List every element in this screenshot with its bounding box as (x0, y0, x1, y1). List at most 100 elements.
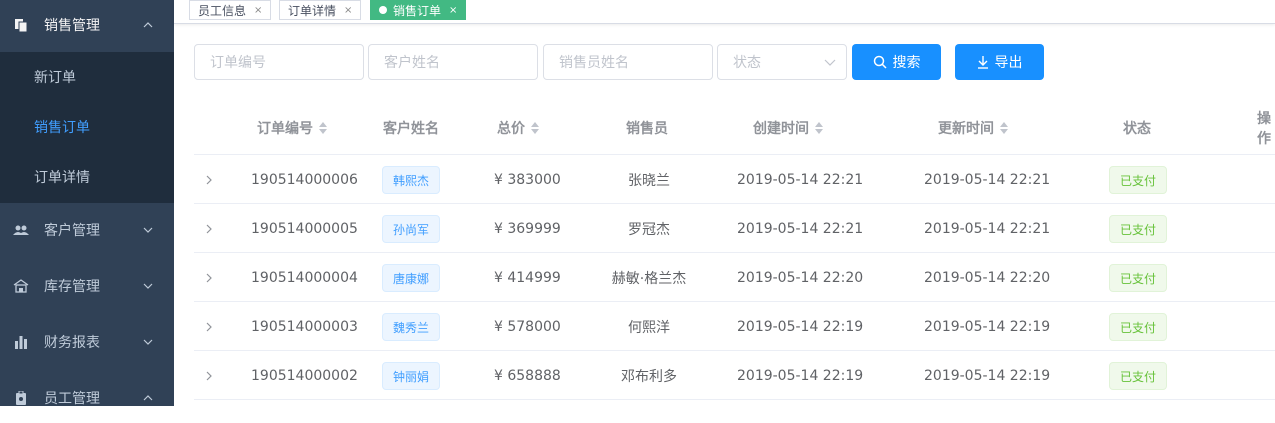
tag-employee-info[interactable]: 员工信息 × (189, 0, 272, 20)
menu-sales-label: 销售管理 (44, 18, 100, 34)
menu-customer[interactable]: 客户管理 (0, 205, 174, 255)
table-row[interactable]: 190514000006 韩熙杰 ¥ 383000 张晓兰 2019-05-14 22:… (194, 155, 1275, 204)
th-label: 操作 (1257, 110, 1271, 147)
tag-label: 员工信息 (198, 3, 247, 18)
customer-tag: 魏秀兰 (382, 313, 441, 341)
th-label: 订单编号 (257, 120, 313, 137)
download-icon (977, 56, 988, 69)
th-actions: 操作 (1257, 100, 1275, 155)
sidebar: 销售管理 新订单 销售订单 订单详情 客户管理 库存管理 财务报表 员工管理 (0, 0, 174, 407)
salesperson-placeholder: 销售员姓名 (559, 55, 629, 71)
status-badge: 已支付 (1109, 264, 1168, 292)
menu-inventory[interactable]: 库存管理 (0, 261, 174, 311)
status-badge: 已支付 (1109, 362, 1168, 390)
search-button[interactable]: 搜索 (852, 44, 941, 80)
table-row[interactable]: 190514000004 唐康娜 ¥ 414999 赫敏·格兰杰 2019-05-14 … (194, 253, 1275, 302)
tags-view: 员工信息 × 订单详情 × 销售订单 × (174, 0, 1275, 24)
status-select[interactable]: 状态 (717, 44, 847, 80)
cell-total: ¥ 578000 (494, 318, 561, 335)
submenu-item-order-details[interactable]: 订单详情 (0, 152, 174, 202)
status-badge: 已支付 (1109, 166, 1168, 194)
th-status: 状态 (1123, 100, 1151, 155)
cell-salesperson: 何熙洋 (628, 319, 670, 336)
th-order-no[interactable]: 订单编号 (257, 100, 327, 155)
close-icon[interactable]: × (449, 5, 457, 16)
expand-chevron-icon[interactable] (204, 302, 214, 351)
cell-total: ¥ 383000 (494, 171, 561, 188)
cell-total: ¥ 414999 (494, 269, 561, 286)
status-placeholder: 状态 (733, 55, 761, 71)
th-created[interactable]: 创建时间 (753, 100, 823, 155)
menu-finance[interactable]: 财务报表 (0, 317, 174, 367)
cell-order-no: 190514000006 (251, 171, 358, 188)
cell-created: 2019-05-14 22:19 (737, 318, 864, 335)
th-label: 客户姓名 (383, 120, 439, 137)
cell-updated: 2019-05-14 22:21 (924, 171, 1051, 188)
salesperson-input[interactable]: 销售员姓名 (543, 44, 713, 80)
cell-salesperson: 邓布利多 (621, 368, 677, 385)
table-header: 订单编号 客户姓名 总价 销售员 创建时间 更新时间 状态 操作 (194, 100, 1275, 155)
cell-salesperson: 张晓兰 (628, 172, 670, 189)
tag-label: 销售订单 (393, 3, 442, 18)
warehouse-icon (13, 278, 29, 294)
submenu-item-label: 销售订单 (34, 120, 90, 136)
cell-order-no: 190514000005 (251, 220, 358, 237)
submenu-item-new-order[interactable]: 新订单 (0, 52, 174, 102)
table-row[interactable]: 190514000003 魏秀兰 ¥ 578000 何熙洋 2019-05-14 22:… (194, 302, 1275, 351)
th-total[interactable]: 总价 (497, 100, 539, 155)
sort-icon[interactable] (319, 121, 327, 134)
tag-sales-orders[interactable]: 销售订单 × (370, 0, 467, 20)
table-row[interactable]: 190514000002 钟丽娟 ¥ 658888 邓布利多 2019-05-14 22… (194, 351, 1275, 400)
search-button-label: 搜索 (892, 55, 921, 71)
menu-staff[interactable]: 员工管理 (0, 373, 174, 423)
menu-inventory-label: 库存管理 (44, 279, 100, 295)
tag-label: 订单详情 (288, 3, 337, 18)
expand-chevron-icon[interactable] (204, 155, 214, 204)
customer-name-input[interactable]: 客户姓名 (368, 44, 538, 80)
chevron-down-icon (143, 227, 153, 233)
expand-chevron-icon[interactable] (204, 253, 214, 302)
th-updated[interactable]: 更新时间 (938, 100, 1008, 155)
cell-order-no: 190514000004 (251, 269, 358, 286)
search-icon (873, 55, 887, 69)
customer-name-placeholder: 客户姓名 (384, 55, 440, 71)
tag-order-details[interactable]: 订单详情 × (279, 0, 362, 20)
cell-total: ¥ 369999 (494, 220, 561, 237)
cell-order-no: 190514000002 (251, 367, 358, 384)
cell-order-no: 190514000003 (251, 318, 358, 335)
users-icon (13, 222, 29, 238)
sort-icon[interactable] (815, 121, 823, 134)
export-button[interactable]: 导出 (955, 44, 1044, 80)
active-dot-icon (379, 6, 387, 14)
submenu-item-label: 订单详情 (34, 170, 90, 186)
th-label: 状态 (1123, 120, 1151, 137)
menu-customer-label: 客户管理 (44, 223, 100, 239)
close-icon[interactable]: × (254, 5, 262, 16)
order-no-input[interactable]: 订单编号 (194, 44, 364, 80)
cell-created: 2019-05-14 22:19 (737, 367, 864, 384)
chevron-up-icon (143, 22, 153, 28)
sort-icon[interactable] (531, 121, 539, 134)
order-no-placeholder: 订单编号 (210, 55, 266, 71)
export-button-label: 导出 (994, 55, 1023, 71)
close-icon[interactable]: × (344, 5, 352, 16)
customer-tag: 孙尚军 (382, 215, 441, 243)
cell-updated: 2019-05-14 22:19 (924, 367, 1051, 384)
badge-icon (13, 390, 29, 406)
bar-chart-icon (13, 334, 29, 350)
chevron-down-icon (143, 339, 153, 345)
th-label: 总价 (497, 120, 525, 137)
chevron-down-icon (824, 59, 836, 66)
expand-chevron-icon[interactable] (204, 204, 214, 253)
th-salesperson: 销售员 (626, 100, 668, 155)
customer-tag: 唐康娜 (382, 264, 441, 292)
chevron-down-icon (143, 283, 153, 289)
cell-updated: 2019-05-14 22:19 (924, 318, 1051, 335)
th-label: 创建时间 (753, 120, 809, 137)
table-row[interactable]: 190514000005 孙尚军 ¥ 369999 罗冠杰 2019-05-14 22:… (194, 204, 1275, 253)
submenu-item-sales-orders[interactable]: 销售订单 (0, 102, 174, 152)
expand-chevron-icon[interactable] (204, 351, 214, 400)
sort-icon[interactable] (1000, 121, 1008, 134)
menu-sales[interactable]: 销售管理 (0, 0, 174, 50)
cell-updated: 2019-05-14 22:20 (924, 269, 1051, 286)
